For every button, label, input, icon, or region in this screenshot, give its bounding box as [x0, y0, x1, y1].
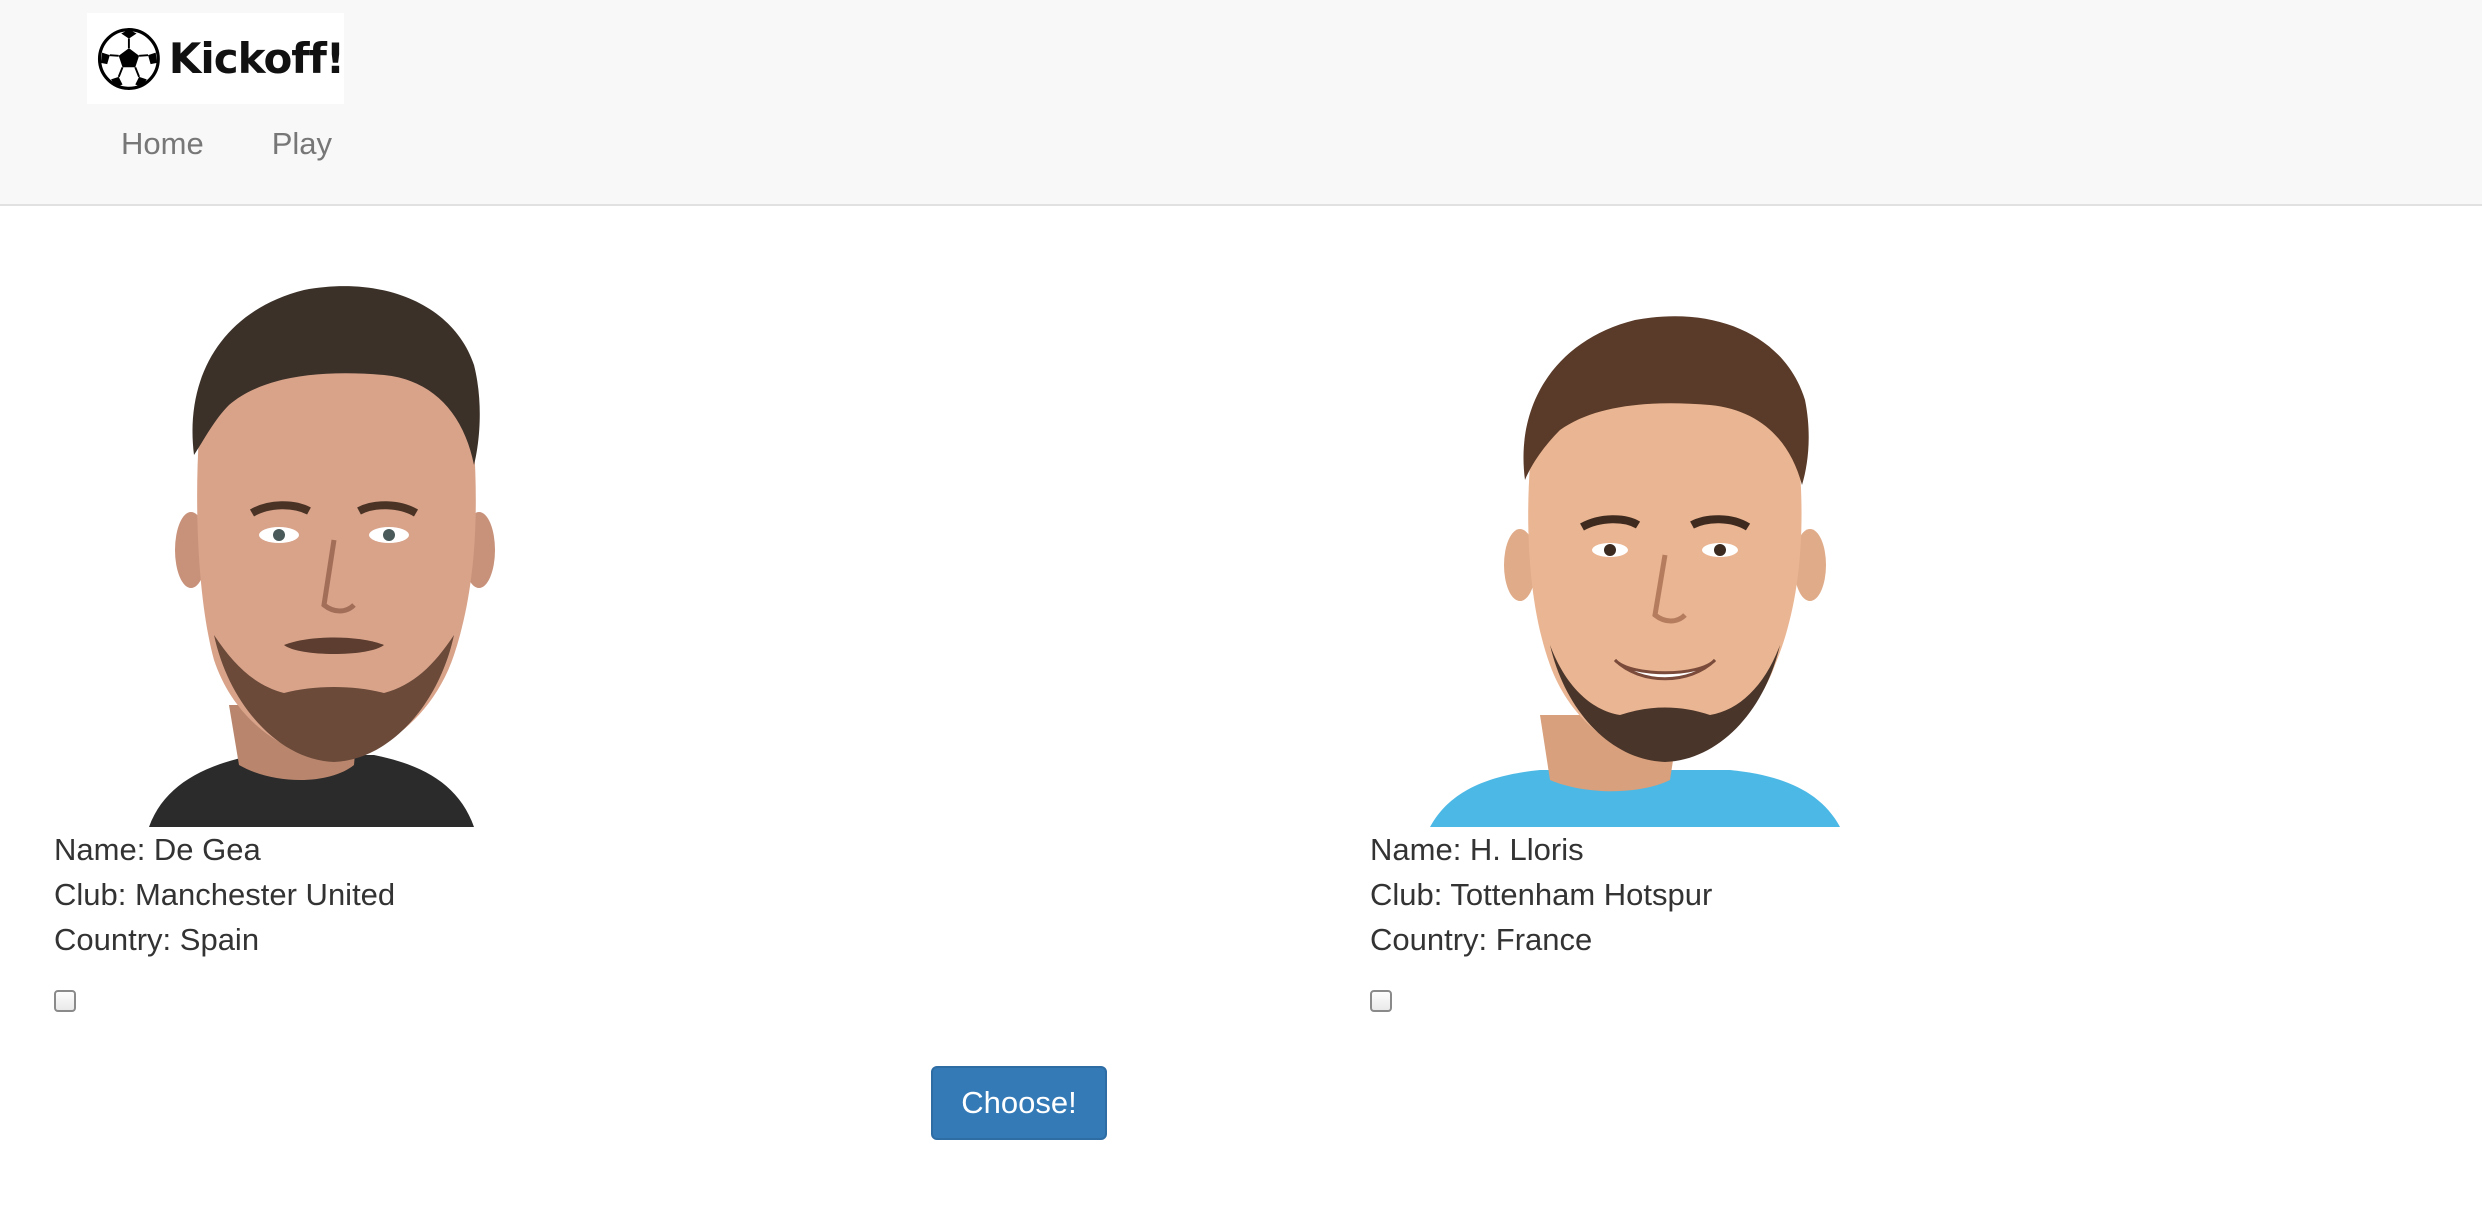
player-country: Country: France — [1370, 922, 1593, 957]
nav-play-link[interactable]: Play — [248, 122, 356, 166]
soccer-ball-icon — [97, 27, 160, 90]
player-info-1: Name: De Gea Club: Manchester United Cou… — [54, 827, 614, 962]
nav-home-link[interactable]: Home — [97, 122, 228, 166]
player-card-2: Name: H. Lloris Club: Tottenham Hotspur … — [1370, 265, 1930, 1012]
brand-name: Kickoff! — [168, 34, 345, 83]
player-name: Name: H. Lloris — [1370, 832, 1584, 867]
brand-logo[interactable]: Kickoff! — [87, 13, 345, 104]
player-card-1: Name: De Gea Club: Manchester United Cou… — [54, 265, 614, 1012]
select-player-2-checkbox[interactable] — [1370, 990, 1392, 1012]
top-navbar: Kickoff! Home Play — [0, 0, 2482, 206]
player-country: Country: Spain — [54, 922, 260, 957]
player-club: Club: Tottenham Hotspur — [1370, 877, 1713, 912]
select-player-1-checkbox[interactable] — [54, 990, 76, 1012]
player-photo-h-lloris — [1370, 265, 1930, 827]
main-nav: Home Play — [97, 122, 356, 166]
player-name: Name: De Gea — [54, 832, 261, 867]
choose-button[interactable]: Choose! — [931, 1066, 1107, 1140]
player-photo-de-gea — [54, 265, 614, 827]
player-info-2: Name: H. Lloris Club: Tottenham Hotspur … — [1370, 827, 1930, 962]
player-club: Club: Manchester United — [54, 877, 396, 912]
